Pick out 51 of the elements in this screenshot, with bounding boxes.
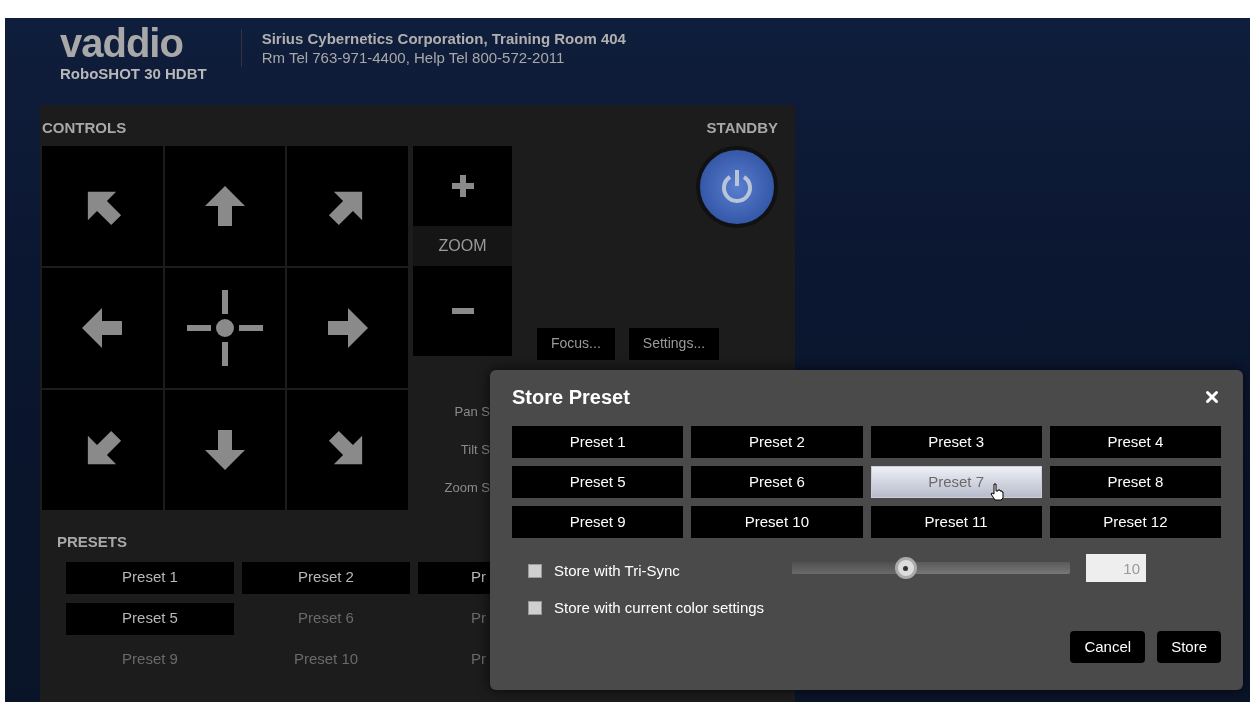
home-button[interactable] [164,267,286,388]
speed-label: Tilt S [460,441,490,458]
zoom-label: ZOOM [413,225,512,266]
dialog-title: Store Preset [512,385,630,410]
option-label: Store with current color settings [554,597,765,618]
preset-button[interactable]: Preset 2 [691,426,863,458]
speed-label: Zoom S [444,479,490,496]
close-icon[interactable] [1203,388,1221,406]
preset-button[interactable]: Preset 9 [512,506,684,538]
preset-button[interactable]: Preset 10 [691,506,863,538]
slider-thumb[interactable] [894,557,917,579]
crosshair-icon [185,287,265,368]
preset-button[interactable]: Preset 5 [66,602,234,635]
preset-button[interactable]: Preset 1 [66,561,234,594]
power-icon [720,168,754,205]
checkbox[interactable] [528,564,542,579]
phone-text: Rm Tel 763-971-4400, Help Tel 800-572-2011 [261,49,566,67]
standby-heading: STANDBY [706,118,778,138]
option-label: Store with Tri-Sync [554,561,680,581]
pan-tilt-button[interactable] [287,267,408,388]
dialog-button[interactable]: Cancel [1070,631,1146,663]
controls-heading: CONTROLS [42,118,127,138]
preset-button[interactable]: Preset 4 [1049,426,1221,458]
model-name: RoboSHOT 30 HDBT [60,64,207,84]
checkbox[interactable] [528,600,542,615]
location-text: Sirius Cybernetics Corporation, Training Room 404 [261,29,626,49]
preset-button[interactable]: Preset 1 [512,426,684,458]
logo: vaddio [60,23,183,63]
preset-button[interactable]: Preset 5 [512,466,684,498]
plus-icon [451,174,474,197]
preset-button[interactable]: Preset 11 [870,506,1042,538]
preset-button[interactable]: Preset 2 [242,561,410,594]
minus-icon [451,307,474,314]
presets-heading: PRESETS [57,532,128,550]
preset-button[interactable]: Preset 6 [691,466,863,498]
pan-tilt-button[interactable] [287,145,408,266]
preset-button[interactable]: Preset 8 [1049,466,1221,498]
preset-button[interactable]: Preset 7 [870,466,1042,498]
pan-tilt-button[interactable] [42,267,163,388]
preset-button[interactable]: Preset 3 [870,426,1042,458]
pan-tilt-button[interactable] [42,145,163,266]
hand-cursor-icon [989,483,1004,501]
pan-tilt-button[interactable] [164,145,286,266]
pan-tilt-button[interactable] [164,389,286,510]
pan-tilt-button[interactable] [287,389,408,510]
speed-label: Pan S [454,403,490,420]
control-button[interactable]: Settings... [628,327,720,360]
dialog-button[interactable]: Store [1157,631,1221,663]
preset-button[interactable]: Preset 12 [1049,506,1221,538]
pan-tilt-button[interactable] [42,389,163,510]
control-button[interactable]: Focus... [537,327,615,360]
